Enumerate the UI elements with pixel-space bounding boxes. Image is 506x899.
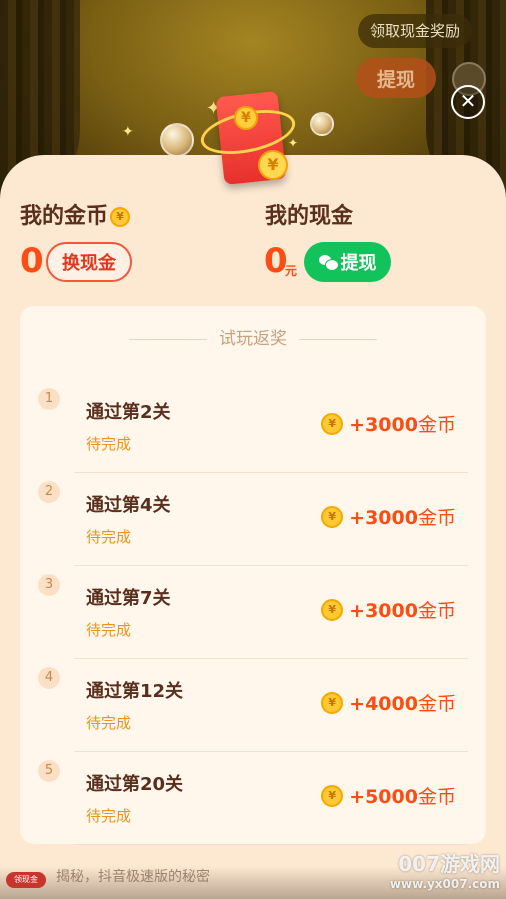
sparkle-icon: ✦ [122,124,134,140]
reward-amount: +3000 [349,600,418,622]
exchange-cash-button[interactable]: 换现金 [46,242,132,282]
task-reward: ¥ +3000金币 [321,596,456,623]
reward-unit: 金币 [417,600,456,622]
row-divider [74,844,468,845]
bubble-decoration [160,123,194,157]
coins-title: 我的金币 [20,204,109,229]
bubble-decoration [310,112,334,136]
task-title: 通过第2关 [86,402,171,423]
close-icon[interactable]: ✕ [451,85,485,119]
task-reward: ¥ +3000金币 [321,503,456,530]
task-heading-text: 试玩返奖 [219,329,287,349]
task-title: 通过第7关 [86,588,171,609]
coin-icon: ¥ [321,691,344,714]
task-row[interactable]: 2 通过第4关 待完成 ¥ +3000金币 [20,473,486,566]
task-card: 试玩返奖 1 通过第2关 待完成 ¥ +3000金币 2 通过第4关 待完成 ¥… [20,306,486,845]
reward-amount: +3000 [349,414,418,436]
task-card-heading: 试玩返奖 [20,324,486,349]
coin-icon: ¥ [110,207,131,227]
task-title: 通过第4关 [86,495,171,516]
cash-title: 我的现金 [265,204,354,229]
cash-unit: 元 [285,264,298,278]
task-title: 通过第12关 [86,681,184,702]
coin-icon: ¥ [234,106,258,130]
task-number: 2 [38,481,60,503]
task-status: 待完成 [86,528,132,546]
reward-amount: +5000 [349,786,418,808]
ad-badge[interactable]: 领现金 [6,872,46,888]
coin-icon: ¥ [321,598,344,621]
reward-unit: 金币 [417,507,456,529]
ad-text[interactable]: 揭秘，抖音极速版的秘密 [56,866,210,886]
watermark: 007游戏网 www.yx007.com [390,852,500,892]
watermark-url: www.yx007.com [389,877,500,891]
task-status: 待完成 [86,621,132,639]
task-number: 1 [38,388,60,410]
task-status: 待完成 [86,435,132,453]
divider-line [129,338,207,340]
task-number: 5 [38,760,60,782]
reward-unit: 金币 [417,693,456,715]
withdraw-label: 提现 [340,253,377,274]
coin-icon: ¥ [321,505,344,528]
wechat-icon [318,255,339,271]
task-reward: ¥ +5000金币 [321,782,456,809]
wechat-withdraw-button[interactable]: 提现 [304,242,391,282]
task-row[interactable]: 4 通过第12关 待完成 ¥ +4000金币 [20,659,486,752]
coin-icon: ¥ [321,784,344,807]
task-number: 4 [38,667,60,689]
coins-value: 0 [20,241,44,281]
task-number: 3 [38,574,60,596]
coins-section-title: 我的金币 ¥ [20,198,131,230]
reward-unit: 金币 [417,414,456,436]
task-row[interactable]: 3 通过第7关 待完成 ¥ +3000金币 [20,566,486,659]
reward-amount: +4000 [349,693,418,715]
task-reward: ¥ +4000金币 [321,689,456,716]
task-row[interactable]: 5 通过第20关 待完成 ¥ +5000金币 [20,752,486,845]
task-row[interactable]: 1 通过第2关 待完成 ¥ +3000金币 [20,380,486,473]
task-reward: ¥ +3000金币 [321,410,456,437]
task-title: 通过第20关 [86,774,184,795]
task-status: 待完成 [86,807,132,825]
divider-line [299,338,377,340]
watermark-title: 007游戏网 [398,852,500,876]
task-status: 待完成 [86,714,132,732]
reward-unit: 金币 [417,786,456,808]
red-envelope-illustration: ¥ ¥ [196,91,300,192]
reward-badge[interactable]: 领取现金奖励 [358,14,473,48]
top-withdraw-button[interactable]: 提现 [356,58,436,98]
coin-icon: ¥ [258,150,288,180]
reward-amount: +3000 [349,507,418,529]
coin-icon: ¥ [321,412,344,435]
